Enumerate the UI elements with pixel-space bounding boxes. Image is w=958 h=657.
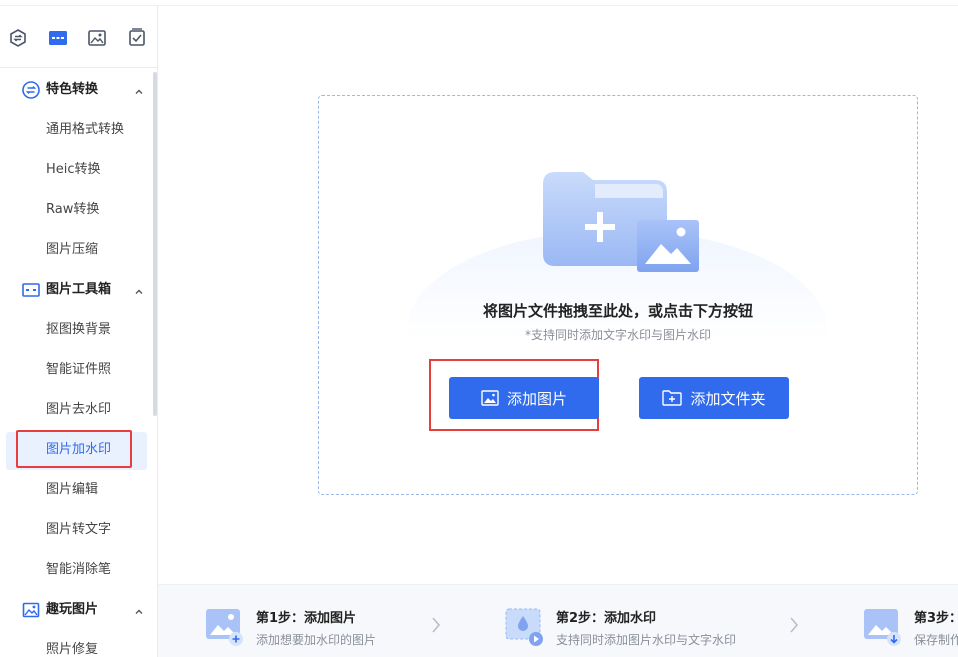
- sidebar-item-label: Raw转换: [46, 202, 100, 217]
- convert-icon: [22, 81, 40, 99]
- save-step-icon: [862, 607, 902, 647]
- app-window: 特色转换 通用格式转换 Heic转换 Raw转换 图片压缩 图片工具箱 抠图换背…: [0, 0, 958, 657]
- image-fun-icon: [22, 601, 40, 619]
- folder-image-icon: [543, 172, 703, 282]
- group-label: 趣玩图片: [46, 602, 99, 617]
- sidebar-item-label: 通用格式转换: [46, 122, 125, 137]
- sidebar-item-raw[interactable]: Raw转换: [0, 190, 150, 230]
- chevron-up-icon[interactable]: [134, 602, 144, 614]
- convert-icon[interactable]: [8, 28, 28, 48]
- sidebar-menu: 特色转换 通用格式转换 Heic转换 Raw转换 图片压缩 图片工具箱 抠图换背…: [0, 70, 150, 657]
- add-folder-button[interactable]: 添加文件夹: [639, 377, 789, 419]
- step-desc: 保存制作: [914, 633, 958, 647]
- steps-bar: 第1步：添加图片 添加想要加水印的图片 第2步：添加水印 支持同时添加图片水印与…: [158, 584, 958, 657]
- sidebar-item-label: 照片修复: [46, 642, 99, 657]
- add-image-button[interactable]: 添加图片: [449, 377, 599, 419]
- toolbox-icon[interactable]: [48, 28, 68, 48]
- sidebar-icon-bar: [0, 6, 158, 68]
- image-icon: [481, 390, 499, 406]
- step-desc: 支持同时添加图片水印与文字水印: [556, 633, 737, 647]
- sidebar-item-label: Heic转换: [46, 162, 101, 177]
- sidebar-item-eraser[interactable]: 智能消除笔: [0, 550, 150, 590]
- add-image-step-icon: [204, 607, 244, 647]
- image-fun-icon[interactable]: [87, 28, 107, 48]
- sidebar-item-format-convert[interactable]: 通用格式转换: [0, 110, 150, 150]
- step-desc: 添加想要加水印的图片: [256, 633, 377, 647]
- sidebar-item-remove-watermark[interactable]: 图片去水印: [0, 390, 150, 430]
- group-image-toolbox[interactable]: 图片工具箱: [0, 270, 150, 310]
- sidebar-scrollbar[interactable]: [153, 72, 157, 416]
- sidebar-item-label: 智能证件照: [46, 362, 112, 377]
- sidebar-item-label: 图片去水印: [46, 402, 112, 417]
- sidebar-item-ocr[interactable]: 图片转文字: [0, 510, 150, 550]
- group-label: 特色转换: [46, 82, 99, 97]
- group-label: 图片工具箱: [46, 282, 112, 297]
- watermark-step-icon: [504, 607, 544, 647]
- group-special-convert[interactable]: 特色转换: [0, 70, 150, 110]
- dropzone-title: 将图片文件拖拽至此处，或点击下方按钮: [482, 302, 753, 320]
- sidebar-item-id-photo[interactable]: 智能证件照: [0, 350, 150, 390]
- checklist-icon[interactable]: [127, 28, 147, 48]
- step-title: 第3步：: [914, 611, 958, 626]
- step-title: 第1步：添加图片: [256, 611, 357, 626]
- sidebar-item-add-watermark[interactable]: 图片加水印: [0, 430, 150, 470]
- sidebar-item-label: 图片压缩: [46, 242, 99, 257]
- sidebar-item-label: 图片编辑: [46, 482, 99, 497]
- sidebar-item-edit[interactable]: 图片编辑: [0, 470, 150, 510]
- sidebar-item-label: 智能消除笔: [46, 562, 112, 577]
- sidebar-item-label: 图片转文字: [46, 522, 112, 537]
- sidebar: 特色转换 通用格式转换 Heic转换 Raw转换 图片压缩 图片工具箱 抠图换背…: [0, 6, 158, 657]
- dropzone-subtitle: *支持同时添加文字水印与图片水印: [524, 328, 711, 342]
- sidebar-item-cutout[interactable]: 抠图换背景: [0, 310, 150, 350]
- sidebar-item-photo-repair[interactable]: 照片修复: [0, 630, 150, 657]
- sidebar-item-heic[interactable]: Heic转换: [0, 150, 150, 190]
- toolbox-icon: [22, 281, 40, 299]
- step-title: 第2步：添加水印: [556, 611, 657, 626]
- folder-plus-icon: [662, 390, 683, 406]
- add-image-label: 添加图片: [506, 389, 567, 408]
- chevron-right-icon: [788, 615, 800, 635]
- dropzone[interactable]: 将图片文件拖拽至此处，或点击下方按钮 *支持同时添加文字水印与图片水印 添加图片…: [318, 95, 918, 495]
- sidebar-item-label: 抠图换背景: [46, 322, 112, 337]
- sidebar-item-compress[interactable]: 图片压缩: [0, 230, 150, 270]
- chevron-up-icon[interactable]: [134, 282, 144, 294]
- sidebar-item-label: 图片加水印: [46, 442, 112, 457]
- group-fun-images[interactable]: 趣玩图片: [0, 590, 150, 630]
- chevron-up-icon[interactable]: [134, 82, 144, 94]
- chevron-right-icon: [430, 615, 442, 635]
- add-folder-label: 添加文件夹: [690, 389, 766, 408]
